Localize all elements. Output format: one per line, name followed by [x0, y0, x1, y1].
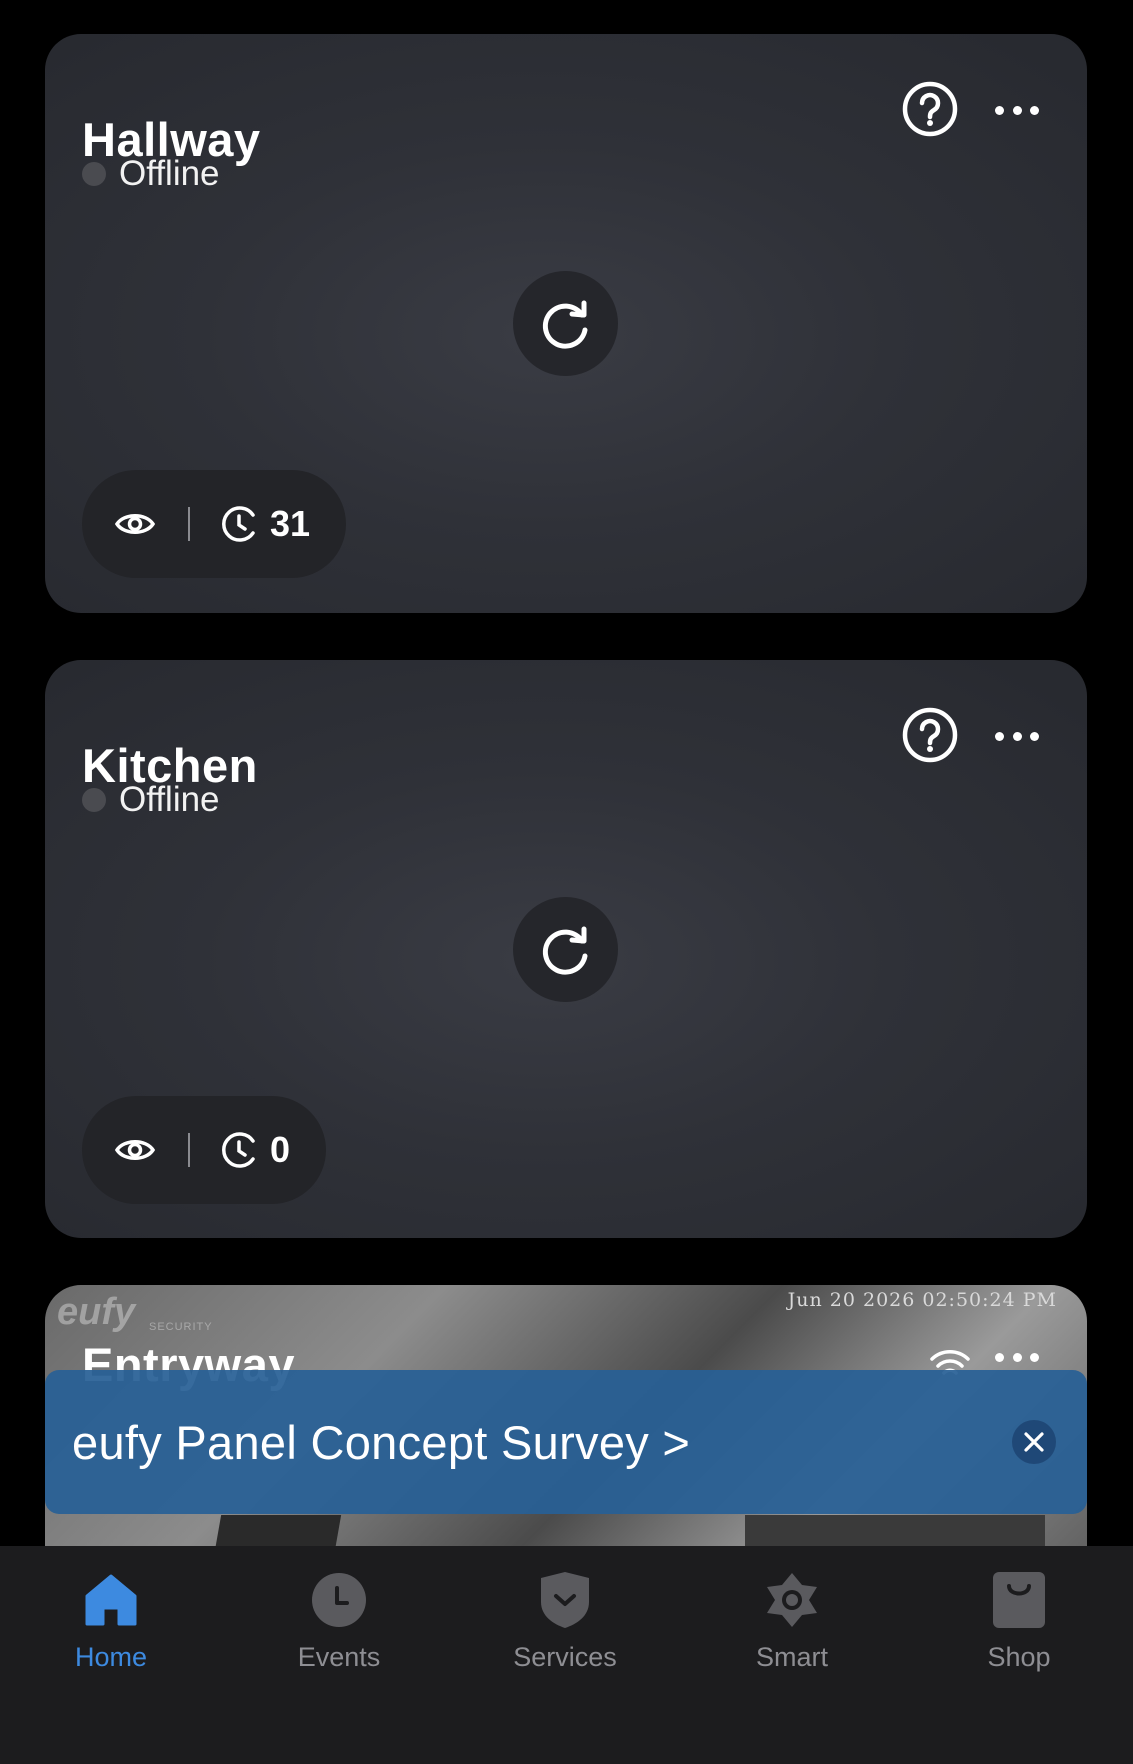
tab-label: Shop [987, 1642, 1051, 1672]
help-icon [902, 707, 958, 763]
eufy-watermark-sub: SECURITY [149, 1321, 213, 1333]
event-history-icon[interactable] [220, 1131, 258, 1169]
close-icon [1024, 1432, 1044, 1452]
more-options-button[interactable] [995, 718, 1039, 754]
camera-status: Offline [82, 780, 220, 820]
feed-timestamp: Jun 20 2026 02:50:24 PM [787, 1289, 1057, 1311]
dot [1030, 105, 1039, 115]
event-count[interactable]: 0 [270, 1129, 290, 1171]
tab-label: Events [297, 1642, 381, 1672]
refresh-button[interactable] [513, 897, 618, 1002]
camera-card-kitchen[interactable]: Kitchen Offline 0 [45, 660, 1087, 1238]
help-button[interactable] [901, 80, 959, 138]
refresh-icon [542, 300, 587, 349]
survey-banner[interactable]: eufy Panel Concept Survey > [45, 1370, 1087, 1514]
refresh-icon [542, 926, 587, 975]
divider [188, 507, 190, 541]
close-banner-button[interactable] [1012, 1420, 1056, 1464]
status-dot [82, 162, 106, 186]
dot [1030, 731, 1039, 741]
bottom-tab-bar: Home Events Services Smart Shop [0, 1546, 1133, 1764]
shop-bag-icon [993, 1572, 1045, 1628]
eye-icon[interactable] [114, 1135, 156, 1165]
help-button[interactable] [901, 706, 959, 764]
dot [995, 1352, 1004, 1362]
tab-label: Home [74, 1642, 148, 1672]
dot [995, 105, 1004, 115]
dot [1012, 105, 1022, 115]
eufy-watermark: eufy [57, 1291, 136, 1333]
event-history-icon[interactable] [220, 505, 258, 543]
status-text: Offline [119, 780, 220, 819]
refresh-button[interactable] [513, 271, 618, 376]
divider [188, 1133, 190, 1167]
eye-icon[interactable] [114, 509, 156, 539]
dot [1012, 1352, 1022, 1362]
help-icon [902, 81, 958, 137]
dot [1012, 731, 1022, 741]
status-dot [82, 788, 106, 812]
home-icon [85, 1574, 137, 1626]
tab-label: Services [513, 1642, 617, 1672]
dot [1030, 1352, 1039, 1362]
shield-icon [541, 1572, 589, 1628]
more-options-button[interactable] [995, 92, 1039, 128]
tab-label: Smart [755, 1642, 828, 1672]
survey-banner-text[interactable]: eufy Panel Concept Survey > [72, 1415, 690, 1470]
clock-icon [312, 1573, 366, 1627]
camera-actions-pill: 0 [82, 1096, 327, 1204]
dot [995, 731, 1004, 741]
event-count[interactable]: 31 [270, 503, 310, 545]
camera-actions-pill: 31 [82, 470, 347, 578]
camera-status: Offline [82, 154, 220, 194]
smart-icon [767, 1573, 817, 1627]
status-text: Offline [119, 154, 220, 193]
camera-card-hallway[interactable]: Hallway Offline 31 [45, 34, 1087, 613]
